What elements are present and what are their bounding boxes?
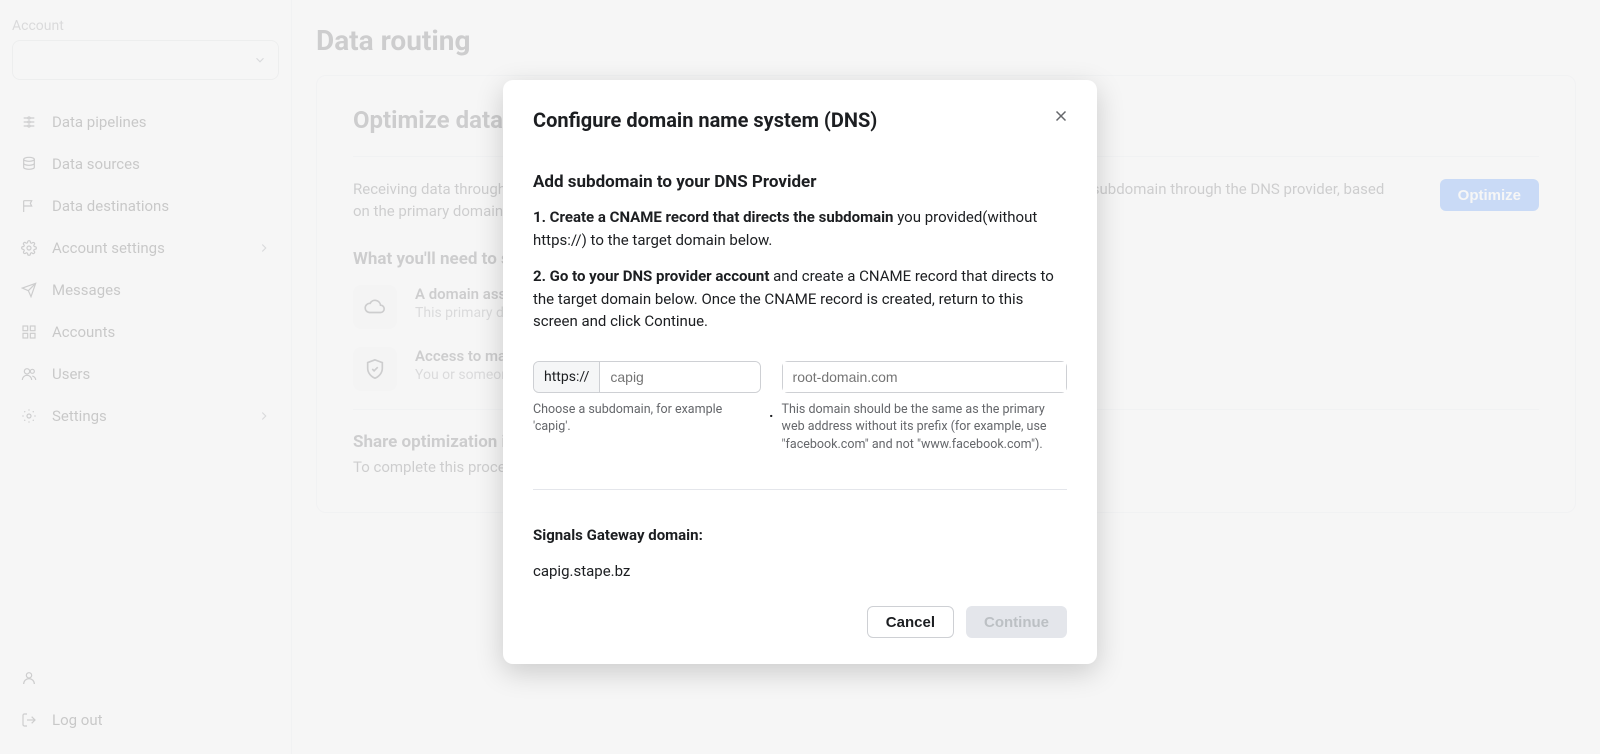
sg-domain-label: Signals Gateway domain:: [533, 526, 1067, 544]
dot-separator: .: [769, 392, 774, 421]
close-icon: [1052, 107, 1070, 125]
sg-domain-value: capig.stape.bz: [533, 562, 1067, 580]
root-domain-input[interactable]: [783, 362, 1066, 392]
subdomain-hint: Choose a subdomain, for example 'capig'.: [533, 401, 761, 436]
close-button[interactable]: [1047, 102, 1075, 130]
root-domain-hint: This domain should be the same as the pr…: [782, 401, 1067, 454]
continue-button[interactable]: Continue: [966, 606, 1067, 638]
subdomain-input[interactable]: [600, 362, 760, 392]
cancel-button[interactable]: Cancel: [867, 606, 954, 638]
modal-step-2: 2. Go to your DNS provider account and c…: [533, 265, 1067, 333]
configure-dns-modal: Configure domain name system (DNS) Add s…: [503, 80, 1097, 664]
subdomain-input-group: https://: [533, 361, 761, 393]
domain-input-row: https:// Choose a subdomain, for example…: [533, 361, 1067, 454]
scheme-prefix: https://: [534, 362, 600, 392]
modal-overlay: Configure domain name system (DNS) Add s…: [0, 0, 1600, 754]
modal-subheading: Add subdomain to your DNS Provider: [533, 172, 1067, 192]
modal-title: Configure domain name system (DNS): [533, 108, 1067, 132]
modal-step-1: 1. Create a CNAME record that directs th…: [533, 206, 1067, 251]
divider: [533, 489, 1067, 490]
